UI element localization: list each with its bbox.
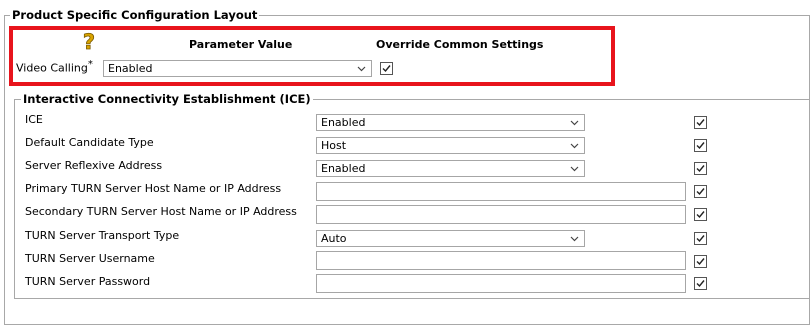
video-calling-select[interactable]: Enabled bbox=[103, 60, 372, 77]
video-calling-select-value: Enabled bbox=[108, 62, 153, 75]
checkmark-icon bbox=[696, 142, 705, 150]
ice-legend: Interactive Connectivity Establishment (… bbox=[21, 92, 313, 106]
override-common-settings-header: Override Common Settings bbox=[376, 38, 544, 51]
ice-label: ICE bbox=[25, 113, 43, 126]
ice-select[interactable]: Enabled bbox=[316, 114, 585, 131]
required-marker: * bbox=[87, 59, 93, 70]
parameter-value-header: Parameter Value bbox=[189, 38, 293, 51]
default-candidate-type-override-checkbox[interactable] bbox=[694, 139, 707, 152]
server-reflexive-address-value: Enabled bbox=[321, 162, 366, 175]
checkmark-icon bbox=[696, 188, 705, 196]
secondary-turn-server-label: Secondary TURN Server Host Name or IP Ad… bbox=[25, 205, 297, 218]
ice-override-checkbox[interactable] bbox=[694, 116, 707, 129]
checkmark-icon bbox=[696, 211, 705, 219]
server-reflexive-address-select[interactable]: Enabled bbox=[316, 160, 585, 177]
primary-turn-server-override-checkbox[interactable] bbox=[694, 185, 707, 198]
primary-turn-server-input[interactable] bbox=[316, 182, 686, 201]
svg-text:?: ? bbox=[83, 30, 95, 54]
turn-server-username-override-checkbox[interactable] bbox=[694, 255, 707, 268]
chevron-down-icon bbox=[570, 166, 579, 172]
video-calling-label: Video Calling* bbox=[16, 58, 93, 76]
video-calling-label-text: Video Calling bbox=[16, 61, 88, 75]
product-config-legend: Product Specific Configuration Layout bbox=[10, 8, 260, 22]
turn-transport-type-override-checkbox[interactable] bbox=[694, 232, 707, 245]
default-candidate-type-label: Default Candidate Type bbox=[25, 136, 154, 149]
turn-server-password-override-checkbox[interactable] bbox=[694, 277, 707, 290]
video-calling-override-checkbox[interactable] bbox=[380, 62, 393, 75]
checkmark-icon bbox=[696, 235, 705, 243]
turn-server-username-input[interactable] bbox=[316, 251, 686, 270]
primary-turn-server-label: Primary TURN Server Host Name or IP Addr… bbox=[25, 182, 282, 195]
default-candidate-type-select[interactable]: Host bbox=[316, 137, 585, 154]
question-mark-icon[interactable]: ? bbox=[79, 30, 99, 55]
default-candidate-type-value: Host bbox=[321, 139, 347, 152]
checkmark-icon bbox=[696, 258, 705, 266]
checkmark-icon bbox=[382, 65, 391, 73]
secondary-turn-server-override-checkbox[interactable] bbox=[694, 208, 707, 221]
chevron-down-icon bbox=[570, 120, 579, 126]
ice-select-value: Enabled bbox=[321, 116, 366, 129]
turn-transport-type-label: TURN Server Transport Type bbox=[25, 229, 180, 242]
checkmark-icon bbox=[696, 280, 705, 288]
turn-transport-type-select[interactable]: Auto bbox=[316, 230, 585, 247]
turn-transport-type-value: Auto bbox=[321, 232, 347, 245]
chevron-down-icon bbox=[570, 143, 579, 149]
checkmark-icon bbox=[696, 165, 705, 173]
chevron-down-icon bbox=[357, 66, 366, 72]
chevron-down-icon bbox=[570, 236, 579, 242]
turn-server-password-input[interactable] bbox=[316, 274, 686, 293]
secondary-turn-server-input[interactable] bbox=[316, 205, 686, 224]
turn-server-password-label: TURN Server Password bbox=[25, 275, 151, 288]
checkmark-icon bbox=[696, 119, 705, 127]
server-reflexive-address-label: Server Reflexive Address bbox=[25, 159, 163, 172]
turn-server-username-label: TURN Server Username bbox=[25, 252, 155, 265]
server-reflexive-address-override-checkbox[interactable] bbox=[694, 162, 707, 175]
